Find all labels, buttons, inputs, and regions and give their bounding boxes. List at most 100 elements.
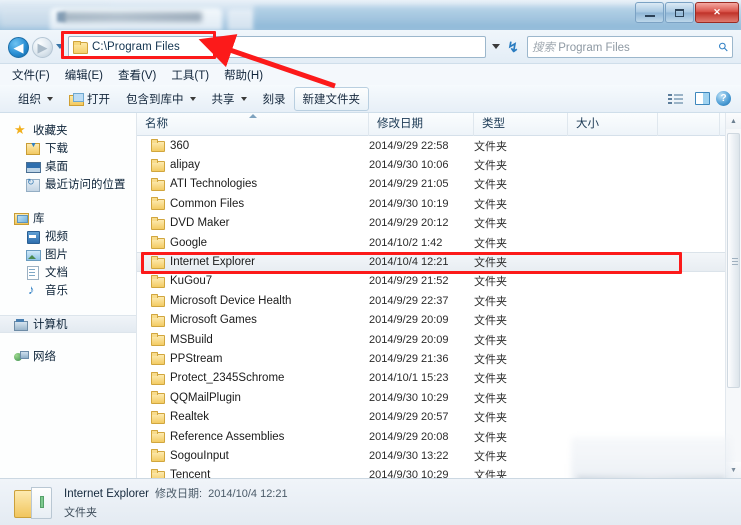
file-name-label: alipay: [170, 159, 201, 172]
file-name-label: Google: [170, 236, 208, 249]
address-dropdown-icon[interactable]: [492, 44, 500, 49]
sidebar-item-downloads[interactable]: 下载: [0, 139, 136, 157]
sidebar-item-documents[interactable]: 文档: [0, 263, 136, 281]
table-row[interactable]: KuGou7 2014/9/29 21:52 文件夹: [137, 272, 741, 291]
change-view-icon[interactable]: [668, 93, 683, 105]
open-button[interactable]: 打开: [61, 88, 118, 110]
table-row[interactable]: SogouInput 2014/9/30 13:22 文件夹: [137, 446, 741, 465]
table-row[interactable]: ATI Technologies 2014/9/29 21:05 文件夹: [137, 175, 741, 194]
sidebar-item-libraries[interactable]: 库: [0, 209, 136, 227]
file-name-cell: MSBuild: [137, 333, 369, 347]
file-type-cell: 文件夹: [474, 315, 507, 328]
sidebar-item-favorites[interactable]: ★ 收藏夹: [0, 121, 136, 139]
folder-icon: [151, 274, 165, 288]
table-row[interactable]: Microsoft Games 2014/9/29 20:09 文件夹: [137, 311, 741, 330]
menu-tools[interactable]: 工具(T): [171, 67, 209, 83]
table-row[interactable]: Tencent 2014/9/30 10:29 文件夹: [137, 466, 741, 478]
share-button[interactable]: 共享: [204, 88, 255, 110]
preview-pane-icon[interactable]: [695, 92, 710, 105]
file-name-label: Protect_2345Schrome: [170, 372, 285, 385]
video-library-icon: [26, 230, 40, 244]
column-header-date[interactable]: 修改日期: [369, 113, 474, 136]
sidebar-item-pictures[interactable]: 图片: [0, 245, 136, 263]
refresh-icon[interactable]: ↯: [504, 38, 522, 56]
sidebar-item-computer[interactable]: 计算机: [0, 315, 136, 333]
file-name-label: Internet Explorer: [170, 256, 256, 269]
file-type-cell: 文件夹: [474, 160, 507, 173]
file-date-cell: 2014/10/4 12:21: [369, 256, 449, 269]
table-row[interactable]: DVD Maker 2014/9/29 20:12 文件夹: [137, 214, 741, 233]
file-type-cell: 文件夹: [474, 450, 507, 463]
include-in-library-button[interactable]: 包含到库中: [118, 88, 204, 110]
file-date-cell: 2014/9/30 13:22: [369, 449, 449, 462]
back-button[interactable]: ◀: [8, 37, 29, 58]
column-header-type[interactable]: 类型: [474, 113, 568, 136]
recent-pages-dropdown-icon[interactable]: [56, 44, 64, 49]
file-type-cell: 文件夹: [474, 257, 507, 270]
file-name-cell: 360: [137, 139, 369, 153]
file-name-cell: PPStream: [137, 352, 369, 366]
column-header-size[interactable]: 大小: [568, 113, 658, 136]
help-icon[interactable]: ?: [716, 91, 731, 106]
scrollbar-thumb[interactable]: [727, 133, 740, 388]
background-new-tab-button[interactable]: [228, 9, 254, 30]
table-row[interactable]: PPStream 2014/9/29 21:36 文件夹: [137, 349, 741, 368]
address-input[interactable]: C:\Program Files: [68, 36, 486, 58]
sidebar-item-music[interactable]: 音乐: [0, 281, 136, 299]
title-bar: ✕: [0, 0, 741, 30]
sidebar-item-recent-places[interactable]: 最近访问的位置: [0, 175, 136, 193]
file-type-cell: 文件夹: [474, 140, 507, 153]
file-type-cell: 文件夹: [474, 353, 507, 366]
table-row[interactable]: alipay 2014/9/30 10:06 文件夹: [137, 155, 741, 174]
documents-label: 文档: [45, 267, 68, 279]
downloads-label: 下载: [45, 143, 68, 155]
command-toolbar: 组织 打开 包含到库中 共享 刻录 新建文件夹 ?: [0, 85, 741, 113]
menu-file[interactable]: 文件(F): [12, 67, 50, 83]
new-folder-button[interactable]: 新建文件夹: [293, 86, 369, 111]
minimize-button[interactable]: [635, 2, 664, 23]
table-row[interactable]: MSBuild 2014/9/29 20:09 文件夹: [137, 330, 741, 349]
file-type-cell: 文件夹: [474, 431, 507, 444]
close-button[interactable]: ✕: [695, 2, 739, 23]
sidebar-item-network[interactable]: 网络: [0, 347, 136, 365]
sidebar-item-desktop[interactable]: 桌面: [0, 157, 136, 175]
forward-button[interactable]: ▶: [32, 37, 53, 58]
burn-button[interactable]: 刻录: [255, 88, 294, 110]
open-label: 打开: [87, 93, 110, 106]
table-row[interactable]: Common Files 2014/9/30 10:19 文件夹: [137, 194, 741, 213]
share-label: 共享: [211, 93, 235, 106]
menu-help[interactable]: 帮助(H): [224, 67, 263, 83]
folder-icon: [151, 255, 165, 269]
table-row[interactable]: Realtek 2014/9/29 20:57 文件夹: [137, 407, 741, 426]
search-input[interactable]: 搜索 Program Files ⚲: [527, 36, 733, 58]
table-row[interactable]: QQMailPlugin 2014/9/30 10:29 文件夹: [137, 388, 741, 407]
network-label: 网络: [33, 351, 56, 363]
file-date-cell: 2014/9/29 20:09: [369, 314, 449, 327]
folder-icon: [151, 333, 165, 347]
table-row[interactable]: Internet Explorer 2014/10/4 12:21 文件夹: [137, 252, 741, 272]
maximize-button[interactable]: [665, 2, 694, 23]
file-name-cell: Common Files: [137, 197, 369, 211]
menu-edit[interactable]: 编辑(E): [65, 67, 103, 83]
file-name-cell: QQMailPlugin: [137, 391, 369, 405]
file-name-cell: Realtek: [137, 410, 369, 424]
organize-button[interactable]: 组织: [10, 88, 61, 110]
table-row[interactable]: Google 2014/10/2 1:42 文件夹: [137, 233, 741, 252]
sidebar-item-videos[interactable]: 视频: [0, 227, 136, 245]
scroll-down-button[interactable]: ▼: [726, 462, 741, 478]
table-row[interactable]: Microsoft Device Health 2014/9/29 22:37 文件…: [137, 291, 741, 310]
menu-view[interactable]: 查看(V): [118, 67, 156, 83]
table-row[interactable]: Protect_2345Schrome 2014/10/1 15:23 文件夹: [137, 369, 741, 388]
vertical-scrollbar[interactable]: ▲ ▼: [725, 113, 741, 478]
scroll-up-button[interactable]: ▲: [726, 113, 741, 129]
file-rows-container: 360 2014/9/29 22:58 文件夹 alipay 2014/9/30 10:…: [137, 136, 741, 478]
file-list-pane: 名称 修改日期 类型 大小 360 2014/9/29 22:58 文件夹 alipa…: [137, 113, 741, 478]
folder-icon: [151, 410, 165, 424]
table-row[interactable]: 360 2014/9/29 22:58 文件夹: [137, 136, 741, 155]
table-row[interactable]: Reference Assemblies 2014/9/29 20:08 文件夹: [137, 427, 741, 446]
music-label: 音乐: [45, 285, 68, 297]
folder-icon: [151, 294, 165, 308]
file-name-label: ATI Technologies: [170, 178, 258, 191]
